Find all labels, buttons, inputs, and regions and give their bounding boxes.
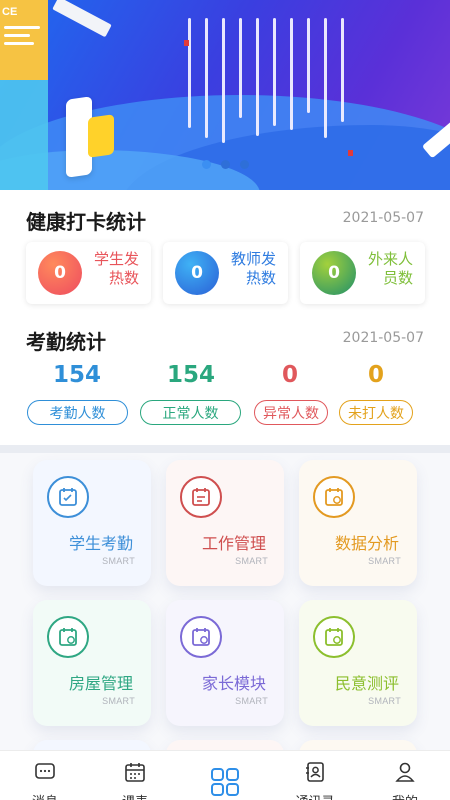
- module-housing-management[interactable]: 房屋管理 SMART: [33, 600, 151, 726]
- module-subtitle: SMART: [235, 556, 268, 566]
- housing-calendar-icon: [47, 616, 89, 658]
- carousel-indicator: [202, 160, 249, 169]
- module-subtitle: SMART: [102, 696, 135, 706]
- mongolian-script-illustration: [188, 18, 378, 148]
- module-label: 数据分析: [334, 534, 399, 553]
- student-fever-label: 学生发热数: [93, 250, 139, 287]
- section-divider: [0, 445, 450, 453]
- calendar-icon: [125, 763, 145, 782]
- attendance-abnormal-button[interactable]: 异常人数: [254, 400, 328, 425]
- module-work-management[interactable]: 工作管理 SMART: [166, 460, 284, 586]
- ruler-illustration: [52, 0, 112, 38]
- module-label: 民意测评: [334, 674, 399, 693]
- message-icon: [35, 763, 55, 779]
- user-icon: [395, 762, 415, 782]
- module-subtitle: SMART: [235, 696, 268, 706]
- student-fever-count: 0: [38, 251, 82, 295]
- attendance-total-button[interactable]: 考勤人数: [27, 400, 128, 425]
- apps-grid-icon: [211, 768, 239, 796]
- attendance-missing-value: 0: [367, 362, 384, 388]
- banner-card-text: CE: [2, 6, 18, 18]
- module-opinion-survey[interactable]: 民意测评 SMART: [299, 600, 417, 726]
- nav-label: 课表: [90, 791, 180, 800]
- attendance-missing-button[interactable]: 未打人数: [339, 400, 413, 425]
- document-illustration: [88, 114, 114, 158]
- module-label: 家长模块: [201, 674, 266, 693]
- bottom-nav: 消息 课表 通讯录 我的: [0, 750, 450, 800]
- attendance-calendar-icon: [47, 476, 89, 518]
- nav-profile[interactable]: 我的: [360, 751, 450, 800]
- visitor-card[interactable]: 0 外来人员数: [300, 242, 425, 304]
- app-screen: CE 健康打卡统计 2021-05-07 0 学生发热数 0 教师发热数 0 外…: [0, 0, 450, 800]
- seal-mark: [348, 150, 353, 156]
- attendance-normal-value: 154: [166, 362, 215, 388]
- module-label: 房屋管理: [68, 674, 133, 693]
- health-section-title: 健康打卡统计: [26, 210, 146, 234]
- nav-label: 通讯录: [270, 791, 360, 800]
- attendance-section-title: 考勤统计: [26, 330, 106, 354]
- nav-label: 我的: [360, 791, 450, 800]
- nav-apps[interactable]: [180, 751, 270, 800]
- teacher-fever-label: 教师发热数: [230, 250, 276, 287]
- attendance-normal-button[interactable]: 正常人数: [140, 400, 241, 425]
- nav-timetable[interactable]: 课表: [90, 751, 180, 800]
- carousel-dot[interactable]: [202, 160, 211, 169]
- module-student-attendance[interactable]: 学生考勤 SMART: [33, 460, 151, 586]
- module-subtitle: SMART: [102, 556, 135, 566]
- nav-contacts[interactable]: 通讯录: [270, 751, 360, 800]
- module-data-analysis[interactable]: 数据分析 SMART: [299, 460, 417, 586]
- banner-yellow-card: CE: [0, 0, 48, 80]
- health-section-date: 2021-05-07: [342, 210, 424, 226]
- teacher-fever-card[interactable]: 0 教师发热数: [163, 242, 288, 304]
- module-subtitle: SMART: [368, 556, 401, 566]
- module-label: 工作管理: [201, 534, 266, 553]
- banner-carousel[interactable]: CE: [0, 0, 450, 190]
- carousel-dot[interactable]: [240, 160, 249, 169]
- visitor-label: 外来人员数: [367, 250, 413, 287]
- nav-label: 消息: [0, 791, 90, 800]
- module-label: 学生考勤: [68, 534, 133, 553]
- student-fever-card[interactable]: 0 学生发热数: [26, 242, 151, 304]
- contacts-icon: [306, 762, 324, 782]
- teacher-fever-count: 0: [175, 251, 219, 295]
- module-subtitle: SMART: [368, 696, 401, 706]
- attendance-abnormal-value: 0: [281, 362, 298, 388]
- attendance-section-date: 2021-05-07: [342, 330, 424, 346]
- module-parents[interactable]: 家长模块 SMART: [166, 600, 284, 726]
- nav-messages[interactable]: 消息: [0, 751, 90, 800]
- survey-calendar-icon: [313, 616, 355, 658]
- work-calendar-icon: [180, 476, 222, 518]
- seal-mark: [184, 40, 189, 46]
- visitor-count: 0: [312, 251, 356, 295]
- attendance-total-value: 154: [52, 362, 101, 388]
- parents-calendar-icon: [180, 616, 222, 658]
- analysis-calendar-icon: [313, 476, 355, 518]
- carousel-dot[interactable]: [221, 160, 230, 169]
